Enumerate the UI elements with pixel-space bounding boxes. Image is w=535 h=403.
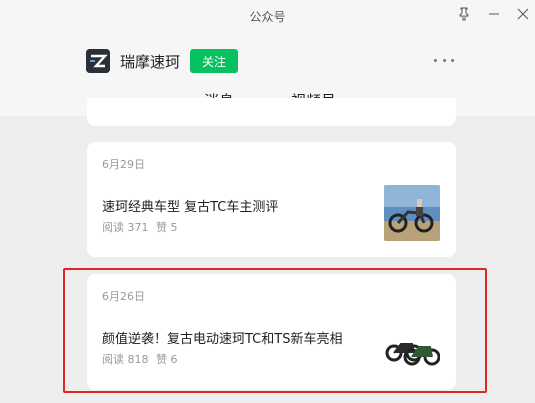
article-thumbnail[interactable] (384, 185, 440, 241)
article-card[interactable]: 6月29日 速珂经典车型 复古TC车主测评 阅读 371 赞 5 (87, 142, 456, 257)
title-bar: 公众号 (0, 0, 535, 32)
account-name: 瑞摩速珂 (120, 53, 181, 71)
close-icon[interactable] (513, 4, 533, 24)
read-count: 阅读 371 (102, 221, 149, 234)
article-title[interactable]: 速珂经典车型 复古TC车主测评 (102, 196, 278, 215)
article-date: 6月29日 (102, 158, 145, 171)
more-options-icon[interactable] (434, 52, 454, 68)
article-stats: 阅读 371 赞 5 (102, 219, 182, 235)
selection-highlight-box (63, 268, 487, 393)
like-count: 赞 5 (156, 221, 178, 234)
app-window: 公众号 瑞摩速珂 关注 消息 视频号 6月29日 速珂经典车型 复古TC车主测评 (0, 0, 535, 403)
previous-card-edge (87, 98, 456, 126)
pin-icon[interactable] (454, 4, 474, 24)
follow-button[interactable]: 关注 (190, 49, 238, 73)
account-avatar[interactable] (86, 49, 110, 73)
minimize-icon[interactable] (484, 4, 504, 24)
